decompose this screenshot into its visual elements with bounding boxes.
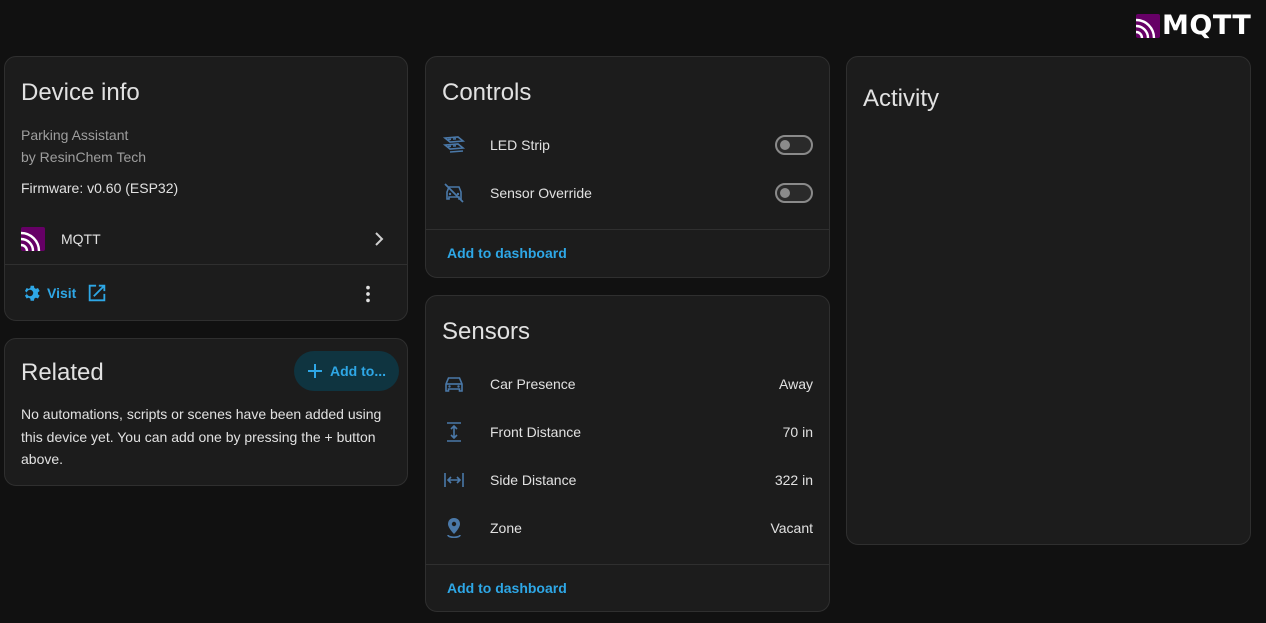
integration-label: MQTT [61,231,101,247]
sensor-value-zone: Vacant [770,520,813,536]
device-info-title: Device info [21,79,140,106]
related-title: Related [21,359,104,386]
led-strip-toggle[interactable] [775,135,813,155]
sensors-card: Sensors Car Presence Away Front Distance… [425,295,830,612]
gear-icon [24,285,40,301]
device-info-card: Device info Parking Assistant by ResinCh… [4,56,408,321]
controls-title: Controls [442,79,532,106]
add-to-button[interactable]: Add to... [294,351,399,391]
toggle-knob [780,188,790,198]
activity-card: Activity [846,56,1251,545]
horizontal-distance-icon [444,473,464,487]
sensor-label-front-distance: Front Distance [490,424,582,440]
visit-label: Visit [47,285,77,301]
sensor-override-toggle[interactable] [775,183,813,203]
device-info-divider [5,264,407,265]
mqtt-logo: MQTT [1136,10,1251,41]
sensor-value-car-presence: Away [779,376,813,392]
map-marker-icon [447,518,461,539]
visit-link[interactable]: Visit [19,281,108,305]
sensor-row-side-distance[interactable]: Side Distance 322 in [426,456,829,504]
controls-divider [426,229,829,230]
sensors-title: Sensors [442,318,531,345]
brand-label: MQTT [1162,10,1252,41]
sensor-row-zone[interactable]: Zone Vacant [426,504,829,552]
chevron-right-icon [375,232,384,246]
sensors-add-to-dashboard[interactable]: Add to dashboard [447,580,567,596]
integration-row-mqtt[interactable]: MQTT [5,215,407,263]
sensor-label-zone: Zone [490,520,522,536]
car-off-icon [444,183,464,203]
sensor-label-side-distance: Side Distance [490,472,577,488]
sensor-row-front-distance[interactable]: Front Distance 70 in [426,408,829,456]
related-card: Related Add to... No automations, script… [4,338,408,486]
related-empty-text: No automations, scripts or scenes have b… [21,406,382,467]
controls-card: Controls LED Strip Sensor Override Add t… [425,56,830,278]
add-to-label: Add to... [330,363,386,379]
car-icon [445,377,463,392]
control-label-sensor-override: Sensor Override [490,185,592,201]
device-manufacturer: by ResinChem Tech [21,149,147,165]
device-firmware: Firmware: v0.60 (ESP32) [21,180,179,196]
control-row-sensor-override[interactable]: Sensor Override [426,169,829,217]
sensor-row-car-presence[interactable]: Car Presence Away [426,360,829,408]
device-model: Parking Assistant [21,127,129,143]
control-label-led-strip: LED Strip [490,137,550,153]
controls-add-to-dashboard[interactable]: Add to dashboard [447,245,567,261]
vertical-distance-icon [447,422,461,442]
led-strip-icon [442,136,466,153]
open-in-new-icon [89,284,106,302]
control-row-led-strip[interactable]: LED Strip [426,121,829,169]
sensor-value-front-distance: 70 in [782,424,813,440]
more-vertical-icon[interactable] [357,283,379,305]
plus-icon [308,364,322,378]
sensor-label-car-presence: Car Presence [490,376,576,392]
toggle-knob [780,140,790,150]
sensors-divider [426,564,829,565]
mqtt-icon [21,227,45,251]
mqtt-logo-icon [1136,13,1160,38]
activity-title: Activity [863,85,940,112]
sensor-value-side-distance: 322 in [774,472,813,488]
